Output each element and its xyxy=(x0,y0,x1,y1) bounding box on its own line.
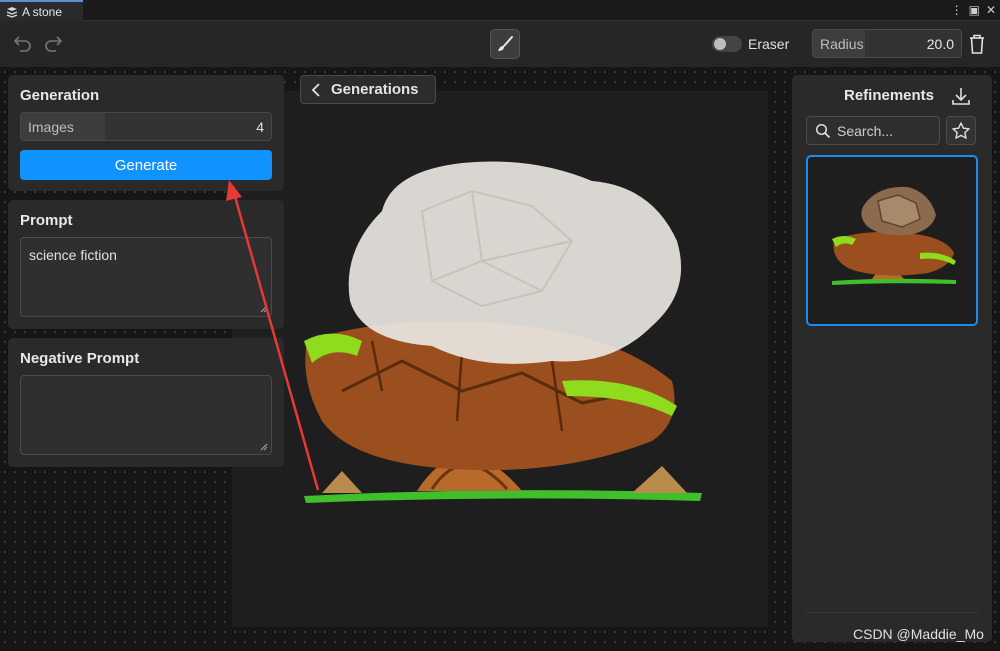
brush-tool-button[interactable] xyxy=(490,29,520,59)
generations-label: Generations xyxy=(331,81,419,98)
generate-button[interactable]: Generate xyxy=(20,150,272,180)
radius-value: 20.0 xyxy=(926,36,954,52)
toolbar: Eraser Radius 20.0 xyxy=(0,21,1000,67)
images-value: 4 xyxy=(256,119,264,135)
search-box[interactable] xyxy=(806,116,940,145)
images-label: Images xyxy=(28,119,74,135)
negative-prompt-title: Negative Prompt xyxy=(20,350,140,367)
refinements-title: Refinements xyxy=(844,87,935,104)
more-icon[interactable]: ⋮ xyxy=(951,2,963,18)
thumbnail-image xyxy=(832,186,956,285)
trash-icon[interactable] xyxy=(966,32,988,56)
watermark: CSDN @Maddie_Mo xyxy=(853,626,984,642)
star-icon xyxy=(952,121,970,139)
tab-title: A stone xyxy=(22,4,63,19)
refinements-panel: Refinements xyxy=(792,75,992,642)
document-tab[interactable]: A stone xyxy=(0,0,83,21)
favorites-button[interactable] xyxy=(946,116,976,145)
chevron-left-icon xyxy=(311,82,320,97)
toggle-knob xyxy=(714,38,726,50)
radius-label: Radius xyxy=(820,36,864,52)
negative-prompt-textarea[interactable] xyxy=(20,375,272,455)
download-icon[interactable] xyxy=(950,85,972,107)
prompt-panel: Prompt science fiction xyxy=(8,200,284,329)
search-input[interactable] xyxy=(837,117,937,144)
divider xyxy=(806,612,978,613)
generated-image xyxy=(304,161,702,503)
radius-slider-field[interactable]: Radius 20.0 xyxy=(812,29,962,58)
brush-icon xyxy=(498,36,513,51)
images-count-field[interactable]: Images 4 xyxy=(20,112,272,141)
maximize-icon[interactable]: ▣ xyxy=(969,2,980,18)
generation-panel: Generation Images 4 Generate xyxy=(8,75,284,191)
image-canvas[interactable] xyxy=(232,91,768,627)
app-logo-icon xyxy=(6,6,18,18)
redo-icon[interactable] xyxy=(43,33,65,55)
eraser-toggle[interactable] xyxy=(712,36,742,52)
tab-strip: A stone ⋮ ▣ ✕ xyxy=(0,0,1000,21)
window-controls: ⋮ ▣ ✕ xyxy=(951,2,996,18)
undo-icon[interactable] xyxy=(11,33,33,55)
prompt-textarea[interactable]: science fiction xyxy=(20,237,272,317)
prompt-title: Prompt xyxy=(20,212,73,229)
negative-prompt-panel: Negative Prompt xyxy=(8,338,284,467)
generations-back-button[interactable]: Generations xyxy=(300,75,436,104)
prompt-text: science fiction xyxy=(29,247,117,263)
resize-grip-icon[interactable] xyxy=(259,442,268,451)
eraser-label: Eraser xyxy=(748,36,790,52)
generation-title: Generation xyxy=(20,87,100,104)
close-icon[interactable]: ✕ xyxy=(986,2,996,18)
search-icon xyxy=(815,123,831,139)
resize-grip-icon[interactable] xyxy=(259,304,268,313)
refinement-thumbnail[interactable] xyxy=(806,155,978,326)
